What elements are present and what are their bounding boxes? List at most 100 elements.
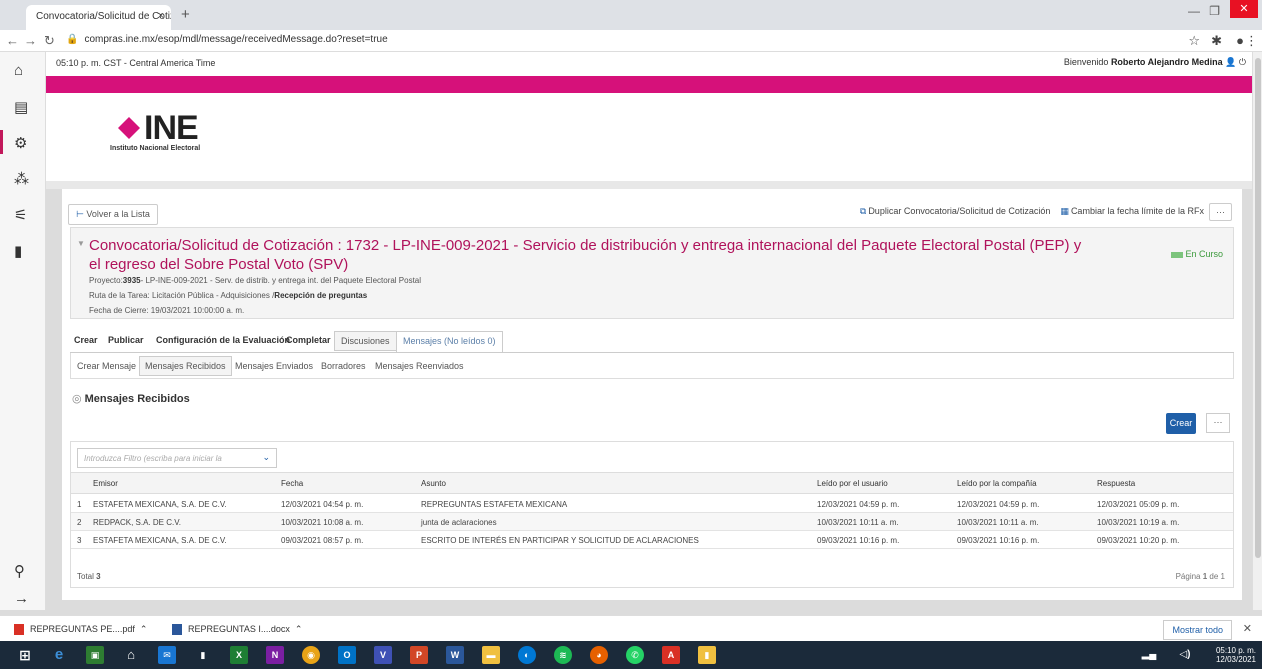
tab-completar[interactable]: Completar (286, 335, 331, 345)
project-text: - LP-INE-009-2021 - Serv. de distrib. y … (140, 276, 422, 285)
folder-icon[interactable]: ▮ (698, 646, 716, 664)
create-message-button[interactable]: Crear (1166, 413, 1196, 434)
col-leido-usuario[interactable]: Leído por el usuario (817, 479, 888, 488)
new-tab-button[interactable]: + (181, 6, 190, 23)
chevron-up-icon[interactable]: ⌃ (295, 624, 303, 634)
col-emisor[interactable]: Emisor (93, 479, 118, 488)
expand-arrow-icon[interactable]: → (14, 590, 29, 607)
url-field[interactable]: 🔒 compras.ine.mx/esop/mdl/message/receive… (66, 34, 388, 45)
close-icon[interactable]: ✕ (1243, 622, 1252, 635)
user-icon[interactable]: 👤 (1225, 57, 1236, 67)
file-explorer-icon[interactable]: ▬ (482, 646, 500, 664)
window-close-button[interactable]: ✕ (1230, 0, 1258, 18)
section-circle-icon: ◎ (72, 393, 82, 405)
show-all-button[interactable]: Mostrar todo (1163, 620, 1232, 640)
acrobat-icon[interactable]: A (662, 646, 680, 664)
more-actions-button[interactable]: ··· (1209, 203, 1232, 221)
table-row[interactable]: 3 ESTAFETA MEXICANA, S.A. DE C.V. 09/03/… (71, 531, 1233, 549)
download-pdf-name: REPREGUNTAS PE....pdf (30, 624, 135, 634)
mail-icon[interactable]: ✉ (158, 646, 176, 664)
onenote-icon[interactable]: N (266, 646, 284, 664)
whatsapp-icon[interactable]: ✆ (626, 646, 644, 664)
minimize-icon[interactable]: — (1188, 4, 1200, 18)
subtab-mensajes-reenviados[interactable]: Mensajes Reenviados (375, 361, 464, 371)
volume-icon[interactable]: ◁) (1176, 646, 1194, 664)
row-asunto-link[interactable]: REPREGUNTAS ESTAFETA MEXICANA (421, 500, 567, 509)
tab-mensajes[interactable]: Mensajes (No leídos 0) (396, 331, 503, 353)
section-more-button[interactable]: ··· (1206, 413, 1230, 433)
windows-start-icon[interactable]: ⊞ (16, 646, 34, 664)
table-row[interactable]: 1 ESTAFETA MEXICANA, S.A. DE C.V. 12/03/… (71, 495, 1233, 513)
col-fecha[interactable]: Fecha (281, 479, 303, 488)
col-leido-compania[interactable]: Leído por la compañía (957, 479, 1037, 488)
subtab-mensajes-enviados[interactable]: Mensajes Enviados (235, 361, 313, 371)
download-item-docx[interactable]: REPREGUNTAS I....docx ⌃ (172, 624, 303, 636)
subtab-crear-mensaje[interactable]: Crear Mensaje (77, 361, 136, 371)
powerpoint-icon[interactable]: P (410, 646, 428, 664)
suppliers-icon[interactable]: ⁂ (14, 170, 29, 188)
taskbar-clock[interactable]: 05:10 p. m. 12/03/2021 (1216, 646, 1256, 664)
page-current: 1 (1202, 572, 1208, 581)
col-asunto[interactable]: Asunto (421, 479, 446, 488)
chrome-icon[interactable]: ◉ (302, 646, 320, 664)
edge-chromium-icon[interactable]: ◐ (518, 646, 536, 664)
network-icon[interactable]: ▂▄ (1140, 646, 1158, 664)
restore-icon[interactable]: ❐ (1209, 4, 1220, 18)
download-item-pdf[interactable]: REPREGUNTAS PE....pdf ⌃ (14, 624, 148, 636)
profile-icon[interactable]: ● (1236, 33, 1244, 48)
chevron-down-icon[interactable]: ⌄ (262, 452, 270, 463)
bookmark-star-icon[interactable]: ☆ (1188, 33, 1200, 49)
back-to-list-button[interactable]: ⊢ Volver a la Lista (68, 204, 158, 225)
pagination: Página 1 de 1 (1176, 572, 1225, 581)
outlook-icon[interactable]: O (338, 646, 356, 664)
store-icon[interactable]: ▣ (86, 646, 104, 664)
row-number: 2 (77, 518, 82, 527)
page-scrollbar[interactable] (1252, 52, 1262, 610)
power-icon[interactable]: ⏻ (1239, 57, 1246, 67)
top-actions: ⧉ Duplicar Convocatoria/Solicitud de Coti… (860, 206, 1204, 217)
firefox-icon[interactable]: ◕ (590, 646, 608, 664)
chevron-up-icon[interactable]: ⌃ (140, 624, 148, 634)
duplicate-button[interactable]: ⧉ Duplicar Convocatoria/Solicitud de Coti… (860, 206, 1051, 216)
change-date-label: Cambiar la fecha límite de la RFx (1070, 206, 1204, 216)
forward-arrow-icon[interactable]: → (24, 33, 37, 48)
reload-icon[interactable]: ↻ (44, 33, 55, 49)
scroll-thumb[interactable] (1255, 58, 1261, 558)
browser-menu-icon[interactable]: ⋮ (1245, 33, 1258, 49)
documents-icon[interactable]: ▮ (14, 242, 22, 260)
collapse-caret-icon[interactable]: ▼ (77, 239, 85, 248)
dashboard-icon[interactable]: ▤ (14, 98, 28, 116)
calendar-icon: ▦ (1060, 206, 1069, 216)
extension-icon[interactable]: ✱ (1211, 33, 1222, 49)
table-row[interactable]: 2 REDPACK, S.A. DE C.V. 10/03/2021 10:08… (71, 513, 1233, 531)
row-asunto-link[interactable]: ESCRITO DE INTERÉS EN PARTICIPAR Y SOLIC… (421, 536, 699, 545)
analytics-icon[interactable]: ⚟ (14, 206, 27, 224)
close-tab-icon[interactable]: × (158, 10, 164, 22)
tab-discusiones[interactable]: Discusiones (334, 331, 397, 351)
spotify-icon[interactable]: ≋ (554, 646, 572, 664)
browser-tab[interactable]: Convocatoria/Solicitud de Cotiz × (26, 5, 171, 30)
row-asunto-link[interactable]: junta de aclaraciones (421, 518, 497, 527)
change-date-button[interactable]: ▦ Cambiar la fecha límite de la RFx (1060, 206, 1204, 216)
home-icon[interactable]: ⌂ (14, 62, 23, 79)
back-arrow-icon[interactable]: ← (6, 33, 19, 48)
section-title: ◎ Mensajes Recibidos (72, 392, 190, 405)
tab-configuracion[interactable]: Configuración de la Evaluación (156, 335, 290, 345)
edge-icon[interactable]: e (50, 646, 68, 664)
visio-icon[interactable]: V (374, 646, 392, 664)
word-icon[interactable]: W (446, 646, 464, 664)
user-name[interactable]: Roberto Alejandro Medina (1111, 57, 1223, 67)
tab-publicar[interactable]: Publicar (108, 335, 144, 345)
tab-crear[interactable]: Crear (74, 335, 98, 345)
home-taskbar-icon[interactable]: ⌂ (122, 646, 140, 664)
subtab-mensajes-recibidos[interactable]: Mensajes Recibidos (139, 356, 232, 376)
pin-icon[interactable]: ▮ (194, 646, 212, 664)
browser-tab-bar: Convocatoria/Solicitud de Cotiz × + — ❐ … (0, 0, 1262, 30)
search-icon[interactable]: ⚲ (14, 562, 25, 580)
filter-input[interactable]: Introduzca Filtro (escriba para iniciar … (77, 448, 277, 468)
subtab-borradores[interactable]: Borradores (321, 361, 366, 371)
project-label: Proyecto: (89, 276, 123, 285)
excel-icon[interactable]: X (230, 646, 248, 664)
col-respuesta[interactable]: Respuesta (1097, 479, 1135, 488)
sourcing-icon[interactable]: ⚙ (14, 134, 27, 152)
